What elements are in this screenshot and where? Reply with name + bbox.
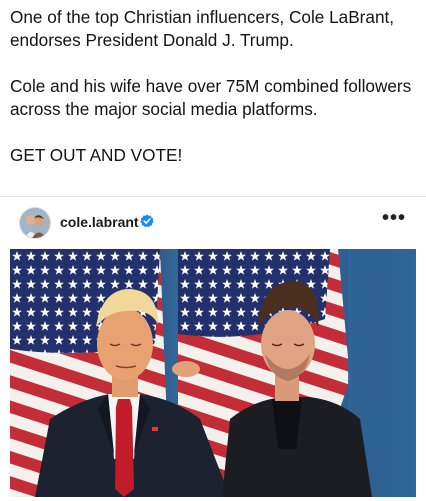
- embed-header: cole.labrant •••: [0, 197, 426, 249]
- username[interactable]: cole.labrant: [60, 214, 139, 230]
- more-horizontal-icon[interactable]: •••: [382, 208, 406, 228]
- avatar[interactable]: [20, 208, 50, 238]
- post-paragraph-2: Cole and his wife have over 75M combined…: [10, 76, 412, 119]
- post-photo[interactable]: [10, 249, 416, 497]
- post-paragraph-3: GET OUT AND VOTE!: [10, 145, 183, 165]
- post-paragraph-1: One of the top Christian influencers, Co…: [10, 7, 395, 50]
- post-text: One of the top Christian influencers, Co…: [10, 6, 416, 167]
- verified-badge-icon: [140, 214, 154, 228]
- instagram-embed[interactable]: cole.labrant •••: [0, 196, 426, 501]
